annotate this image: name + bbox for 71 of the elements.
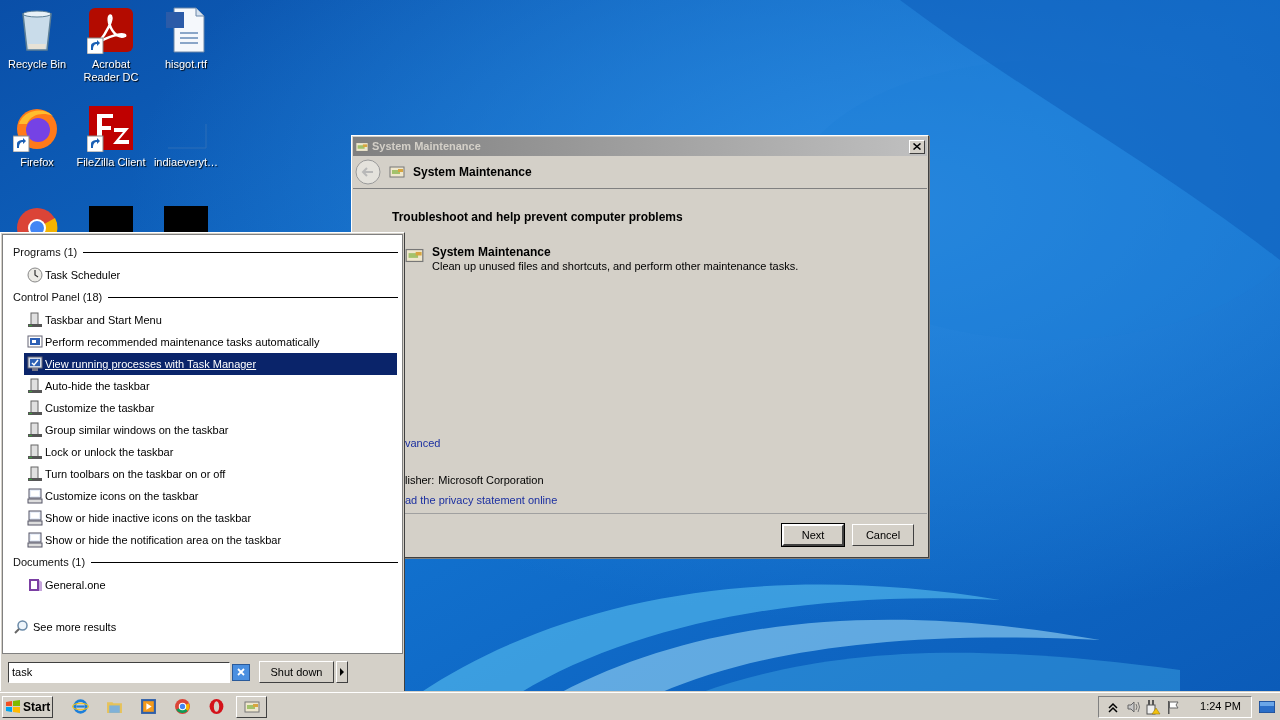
monitor-stand-icon [27, 312, 43, 328]
search-result-item[interactable]: View running processes with Task Manager [24, 353, 397, 375]
monitor-icon [27, 356, 43, 372]
clear-search-button[interactable] [232, 663, 250, 681]
monitor-icon [27, 334, 43, 350]
task-description: Clean up unused files and shortcuts, and perform other maintenance tasks. [432, 259, 799, 273]
monitor-stand-icon [27, 378, 43, 394]
monitor-icon [27, 488, 43, 504]
search-result-item[interactable]: Show or hide the notification area on the taskbar [24, 529, 397, 551]
icon-label: Acrobat Reader DC [82, 58, 140, 84]
dialog-button[interactable]: Next [782, 524, 844, 546]
section-header: Documents (1) [13, 555, 86, 571]
see-more-link[interactable]: See more results [13, 616, 117, 638]
monitor-stand-icon [27, 422, 43, 438]
media-player-icon[interactable] [140, 698, 157, 715]
icon-label: FileZilla Client [75, 156, 147, 169]
search-field[interactable]: task [8, 661, 230, 683]
search-result-item[interactable]: Turn toolbars on the taskbar on or off [24, 463, 397, 485]
search-icon [13, 619, 29, 635]
show-desktop-icon[interactable] [1259, 700, 1275, 713]
search-result-item[interactable]: Show or hide inactive icons on the taskbar [24, 507, 397, 529]
search-result-item[interactable]: Perform recommended maintenance tasks automatically [24, 331, 397, 353]
globe-icon[interactable] [72, 698, 89, 715]
search-result-item[interactable]: Auto-hide the taskbar [24, 375, 397, 397]
close-button[interactable] [909, 139, 925, 154]
shutdown-options-button[interactable] [336, 661, 348, 683]
publisher-name: Microsoft Corporation [438, 472, 544, 488]
search-result-item[interactable]: Customize the taskbar [24, 397, 397, 419]
settings-panel-icon [389, 164, 405, 180]
search-result-item[interactable]: Group similar windows on the taskbar [24, 419, 397, 441]
monitor-icon [27, 510, 43, 526]
browser-icon[interactable] [174, 698, 191, 715]
section-header: Control Panel (18) [13, 290, 103, 306]
icon-label: indiaeveryt… [152, 156, 220, 169]
search-result-item[interactable]: Customize icons on the taskbar [24, 485, 397, 507]
search-result-item[interactable]: Task Scheduler [24, 264, 397, 286]
section-header: Programs (1) [13, 245, 78, 261]
reader-app-icon[interactable] [87, 6, 135, 54]
privacy-link[interactable]: ad the privacy statement online [405, 492, 558, 509]
search-result-item[interactable]: Lock or unlock the taskbar [24, 441, 397, 463]
network-warning-icon[interactable] [1145, 698, 1161, 715]
monitor-stand-icon [27, 400, 43, 416]
monitor-stand-icon [27, 444, 43, 460]
dialog-header-title: System Maintenance [413, 164, 532, 181]
search-result-item[interactable]: General.one [24, 574, 397, 596]
section-heading: Troubleshoot and help prevent computer problems [392, 209, 683, 226]
publisher-label: lisher: [405, 472, 435, 488]
monitor-icon [27, 532, 43, 548]
flag-icon[interactable] [1165, 698, 1181, 715]
close-icon [237, 668, 245, 676]
monitor-stand-icon [27, 466, 43, 482]
settings-panel-icon [405, 246, 424, 265]
close-icon [913, 143, 921, 150]
settings-panel-icon [243, 698, 260, 715]
notebook-icon [27, 577, 43, 593]
icon-label: Recycle Bin [6, 58, 68, 71]
window-title: System Maintenance [372, 139, 482, 155]
shutdown-button[interactable]: Shut down [259, 661, 334, 683]
task-title[interactable]: System Maintenance [432, 246, 799, 259]
ring-app-icon[interactable] [208, 698, 225, 715]
ftp-app-icon[interactable] [87, 104, 135, 152]
taskbar-window-button[interactable] [236, 695, 267, 718]
start-button[interactable]: Start [2, 695, 53, 718]
clock-icon [27, 267, 43, 283]
windows-logo-icon [5, 698, 21, 715]
search-result-item[interactable]: Taskbar and Start Menu [24, 309, 397, 331]
icon-label: hisgot.rtf [163, 58, 209, 71]
advanced-link[interactable]: vanced [405, 435, 441, 452]
dialog-button[interactable]: Cancel [852, 524, 914, 546]
caret-icon [340, 668, 344, 676]
icon-label: Firefox [19, 156, 55, 169]
